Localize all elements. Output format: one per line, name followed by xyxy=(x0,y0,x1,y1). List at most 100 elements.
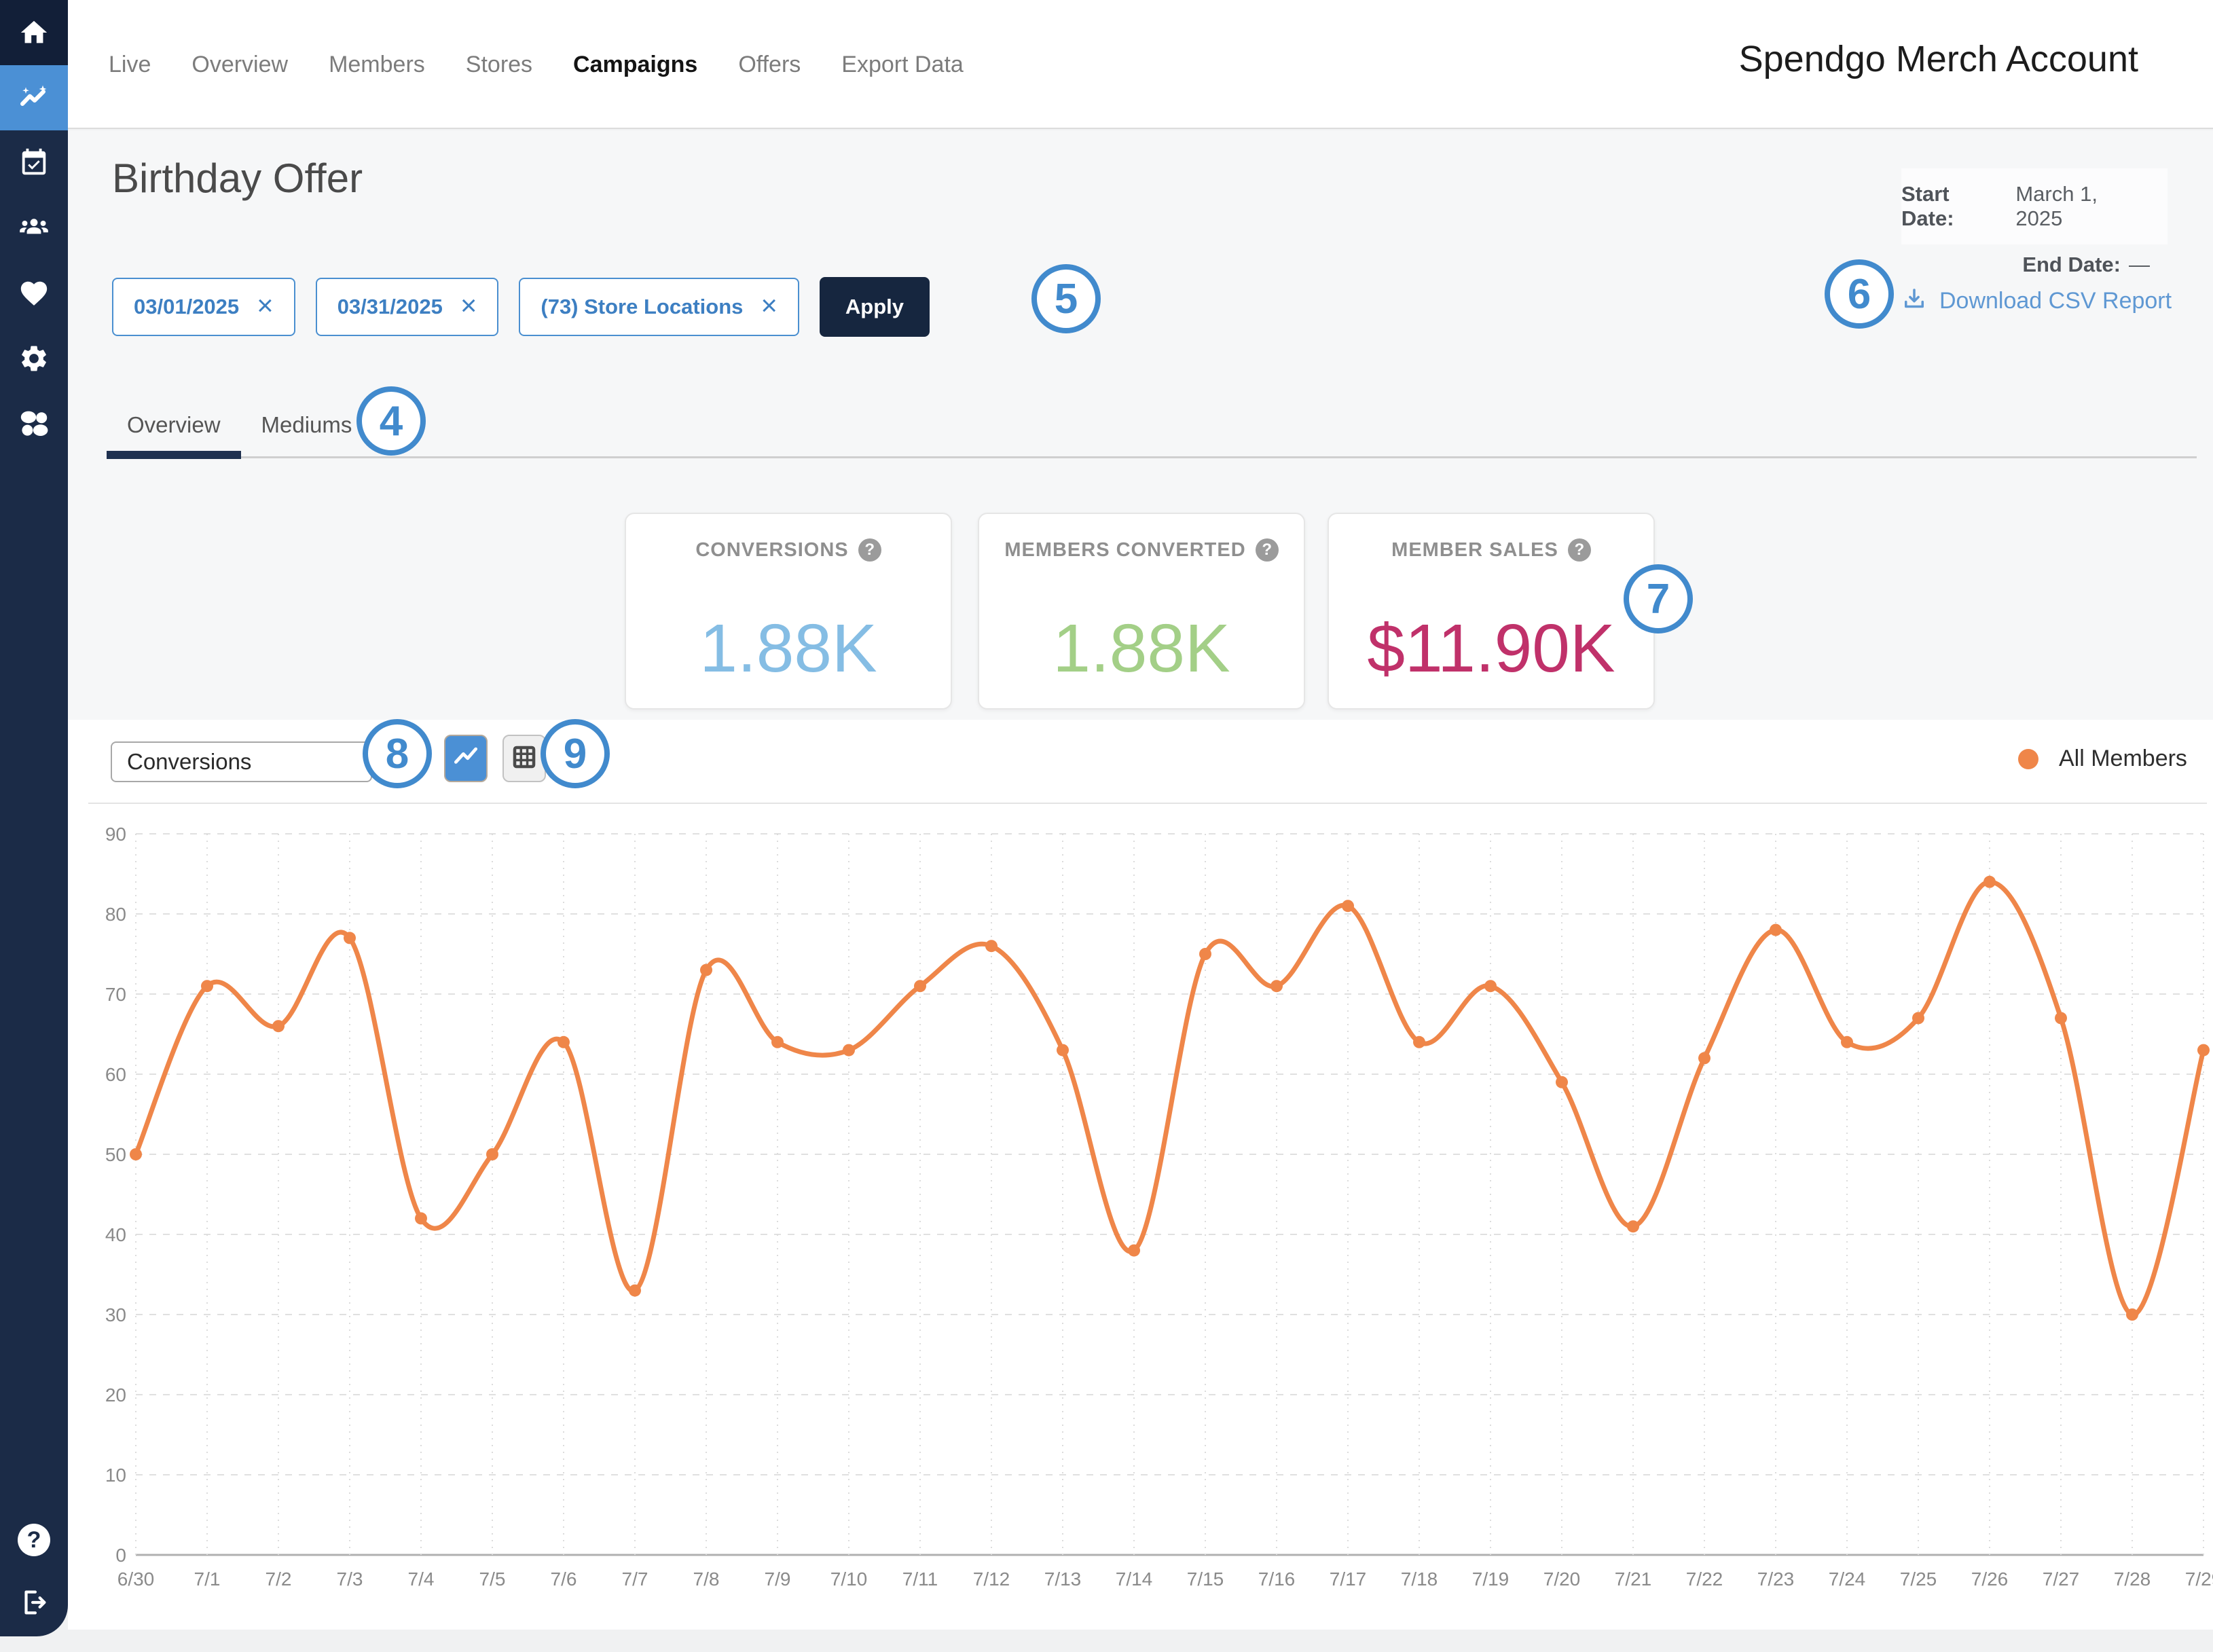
svg-text:90: 90 xyxy=(105,824,126,845)
stat-card-members-converted: MEMBERS CONVERTED?1.88K xyxy=(978,513,1305,710)
stat-card-conversions: CONVERSIONS? 1.88K xyxy=(625,513,952,710)
svg-text:50: 50 xyxy=(105,1144,126,1165)
stat-card-header: CONVERSIONS? xyxy=(626,538,951,562)
sidebar-item-trending[interactable] xyxy=(0,65,68,130)
filter-chip-label: 03/01/2025 xyxy=(134,295,239,319)
line-chart-icon xyxy=(451,742,481,775)
help-tooltip-icon[interactable]: ? xyxy=(1568,538,1591,562)
svg-text:7/12: 7/12 xyxy=(973,1568,1010,1590)
svg-text:7/3: 7/3 xyxy=(337,1568,363,1590)
apply-button[interactable]: Apply xyxy=(820,277,930,337)
sidebar-items xyxy=(0,0,68,456)
svg-text:7/9: 7/9 xyxy=(765,1568,791,1590)
sidebar-item-components[interactable] xyxy=(0,391,68,456)
sidebar-item-help[interactable]: ? xyxy=(0,1509,68,1571)
nav-item-stores[interactable]: Stores xyxy=(466,52,532,78)
remove-filter-icon[interactable]: × xyxy=(460,291,477,320)
account-title: Spendgo Merch Account xyxy=(1739,38,2138,80)
chart-legend[interactable]: All Members xyxy=(2018,746,2187,772)
components-icon xyxy=(18,407,50,440)
svg-text:7/5: 7/5 xyxy=(479,1568,506,1590)
remove-filter-icon[interactable]: × xyxy=(257,291,274,320)
tab-mediums[interactable]: Mediums xyxy=(241,399,373,451)
top-navigation: Live Overview Members Stores Campaigns Offers… xyxy=(109,0,964,129)
nav-item-members[interactable]: Members xyxy=(329,52,425,78)
sidebar: ? xyxy=(0,0,68,1636)
sidebar-item-home[interactable] xyxy=(0,0,68,65)
table-grid-icon xyxy=(510,743,538,775)
svg-text:70: 70 xyxy=(105,984,126,1005)
svg-text:6/30: 6/30 xyxy=(117,1568,155,1590)
filter-chip-1[interactable]: 03/31/2025× xyxy=(316,278,499,336)
annotation-circle-7: 7 xyxy=(1624,564,1693,634)
stat-label: MEMBERS CONVERTED xyxy=(1004,539,1245,562)
nav-item-campaigns[interactable]: Campaigns xyxy=(573,52,697,78)
svg-text:7/24: 7/24 xyxy=(1829,1568,1866,1590)
trending-icon xyxy=(18,81,50,114)
svg-text:7/15: 7/15 xyxy=(1187,1568,1224,1590)
svg-text:7/8: 7/8 xyxy=(693,1568,720,1590)
svg-text:7/26: 7/26 xyxy=(1971,1568,2009,1590)
start-date-label: Start Date: xyxy=(1901,182,2007,231)
svg-text:7/4: 7/4 xyxy=(408,1568,435,1590)
gear-icon xyxy=(18,343,50,374)
svg-text:7/2: 7/2 xyxy=(266,1568,292,1590)
stat-card-header: MEMBER SALES? xyxy=(1329,538,1653,562)
svg-text:7/21: 7/21 xyxy=(1615,1568,1652,1590)
svg-text:20: 20 xyxy=(105,1384,126,1406)
stat-label: CONVERSIONS xyxy=(695,539,848,562)
filter-bar: 03/01/2025×03/31/2025×(73) Store Locatio… xyxy=(112,277,930,337)
sidebar-item-calendar-check[interactable] xyxy=(0,130,68,196)
end-date-label: End Date: xyxy=(2022,253,2121,277)
end-date-value: — xyxy=(2129,253,2150,277)
svg-text:7/25: 7/25 xyxy=(1900,1568,1937,1590)
members-icon xyxy=(17,211,51,245)
home-icon xyxy=(18,17,50,48)
filter-chip-label: (73) Store Locations xyxy=(541,295,743,319)
table-view-button[interactable] xyxy=(502,735,546,782)
nav-item-live[interactable]: Live xyxy=(109,52,151,78)
svg-text:7/19: 7/19 xyxy=(1472,1568,1510,1590)
remove-filter-icon[interactable]: × xyxy=(761,291,778,320)
start-date-row: Start Date: March 1, 2025 xyxy=(1901,168,2168,244)
svg-text:7/11: 7/11 xyxy=(902,1568,938,1590)
nav-item-overview[interactable]: Overview xyxy=(191,52,288,78)
stat-card-member-sales: MEMBER SALES? $11.90K xyxy=(1328,513,1655,710)
sidebar-item-gear[interactable] xyxy=(0,326,68,391)
help-tooltip-icon[interactable]: ? xyxy=(1256,538,1279,562)
stat-value: 1.88K xyxy=(626,594,951,703)
svg-text:7/10: 7/10 xyxy=(830,1568,868,1590)
svg-text:7/16: 7/16 xyxy=(1258,1568,1296,1590)
conversions-line-chart[interactable]: 01020304050607080906/307/17/27/37/47/57/… xyxy=(0,781,2213,1630)
filter-chip-2[interactable]: (73) Store Locations × xyxy=(519,278,799,336)
sidebar-item-members[interactable] xyxy=(0,196,68,261)
annotation-circle-9: 9 xyxy=(541,719,610,788)
nav-item-offers[interactable]: Offers xyxy=(738,52,801,78)
metric-select[interactable]: Conversions xyxy=(111,741,372,782)
tab-overview[interactable]: Overview xyxy=(107,399,241,451)
annotation-circle-5: 5 xyxy=(1031,264,1101,333)
filter-chip-0[interactable]: 03/01/2025 × xyxy=(112,278,295,336)
svg-text:7/23: 7/23 xyxy=(1757,1568,1795,1590)
svg-text:7/17: 7/17 xyxy=(1330,1568,1367,1590)
annotation-circle-6: 6 xyxy=(1825,259,1894,329)
top-header: Live Overview Members Stores Campaigns Offers… xyxy=(68,0,2213,129)
svg-text:7/22: 7/22 xyxy=(1686,1568,1723,1590)
stat-value: $11.90K xyxy=(1329,594,1653,703)
calendar-check-icon xyxy=(18,147,50,179)
svg-text:40: 40 xyxy=(105,1224,126,1245)
svg-text:60: 60 xyxy=(105,1064,126,1085)
stat-card-header: MEMBERS CONVERTED? xyxy=(979,538,1304,562)
logout-icon xyxy=(18,1587,50,1618)
sidebar-item-logout[interactable] xyxy=(0,1571,68,1634)
help-tooltip-icon[interactable]: ? xyxy=(858,538,881,562)
legend-dot xyxy=(2018,749,2038,769)
svg-text:7/20: 7/20 xyxy=(1543,1568,1581,1590)
sidebar-item-heart[interactable] xyxy=(0,261,68,326)
line-chart-view-button[interactable] xyxy=(444,735,488,782)
start-date-value: March 1, 2025 xyxy=(2015,182,2150,231)
svg-text:10: 10 xyxy=(105,1465,126,1486)
download-csv-link[interactable]: Download CSV Report xyxy=(1900,278,2172,323)
svg-text:0: 0 xyxy=(115,1545,126,1566)
nav-item-export-data[interactable]: Export Data xyxy=(841,52,964,78)
